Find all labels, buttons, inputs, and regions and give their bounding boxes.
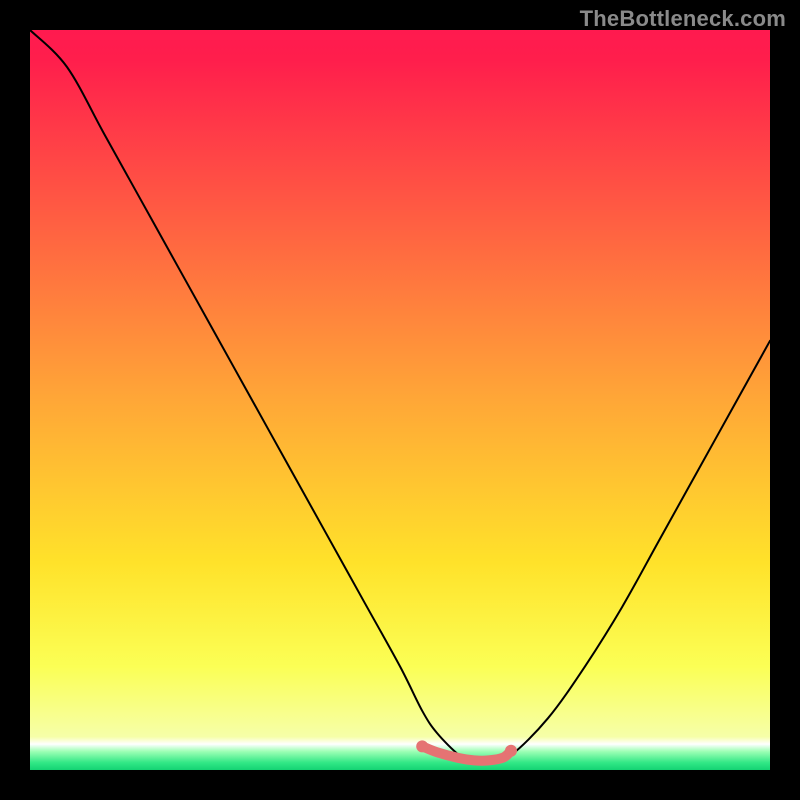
optimal-zone-end-dot (505, 745, 517, 757)
chart-background-gradient (30, 30, 770, 770)
bottleneck-chart (0, 0, 800, 800)
optimal-zone-start-dot (416, 740, 428, 752)
